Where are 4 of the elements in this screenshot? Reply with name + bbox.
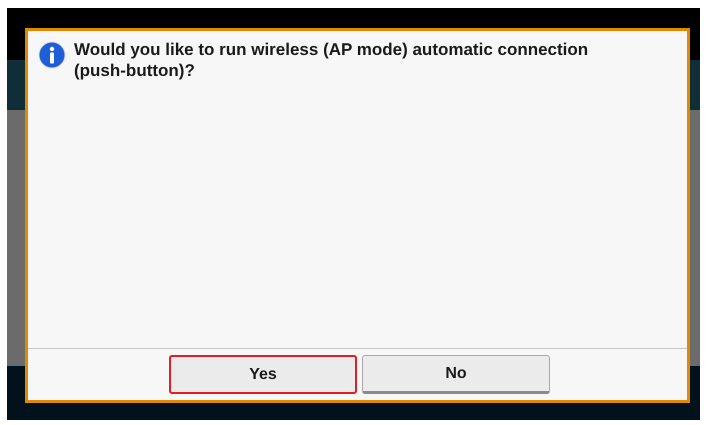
dialog-button[interactable]: Yes (169, 355, 357, 394)
dialog-button[interactable]: No (362, 355, 550, 394)
info-icon (38, 41, 66, 69)
dialog-message: Would you like to run wireless (AP mode) automatic connection (push-button)? (74, 39, 590, 81)
